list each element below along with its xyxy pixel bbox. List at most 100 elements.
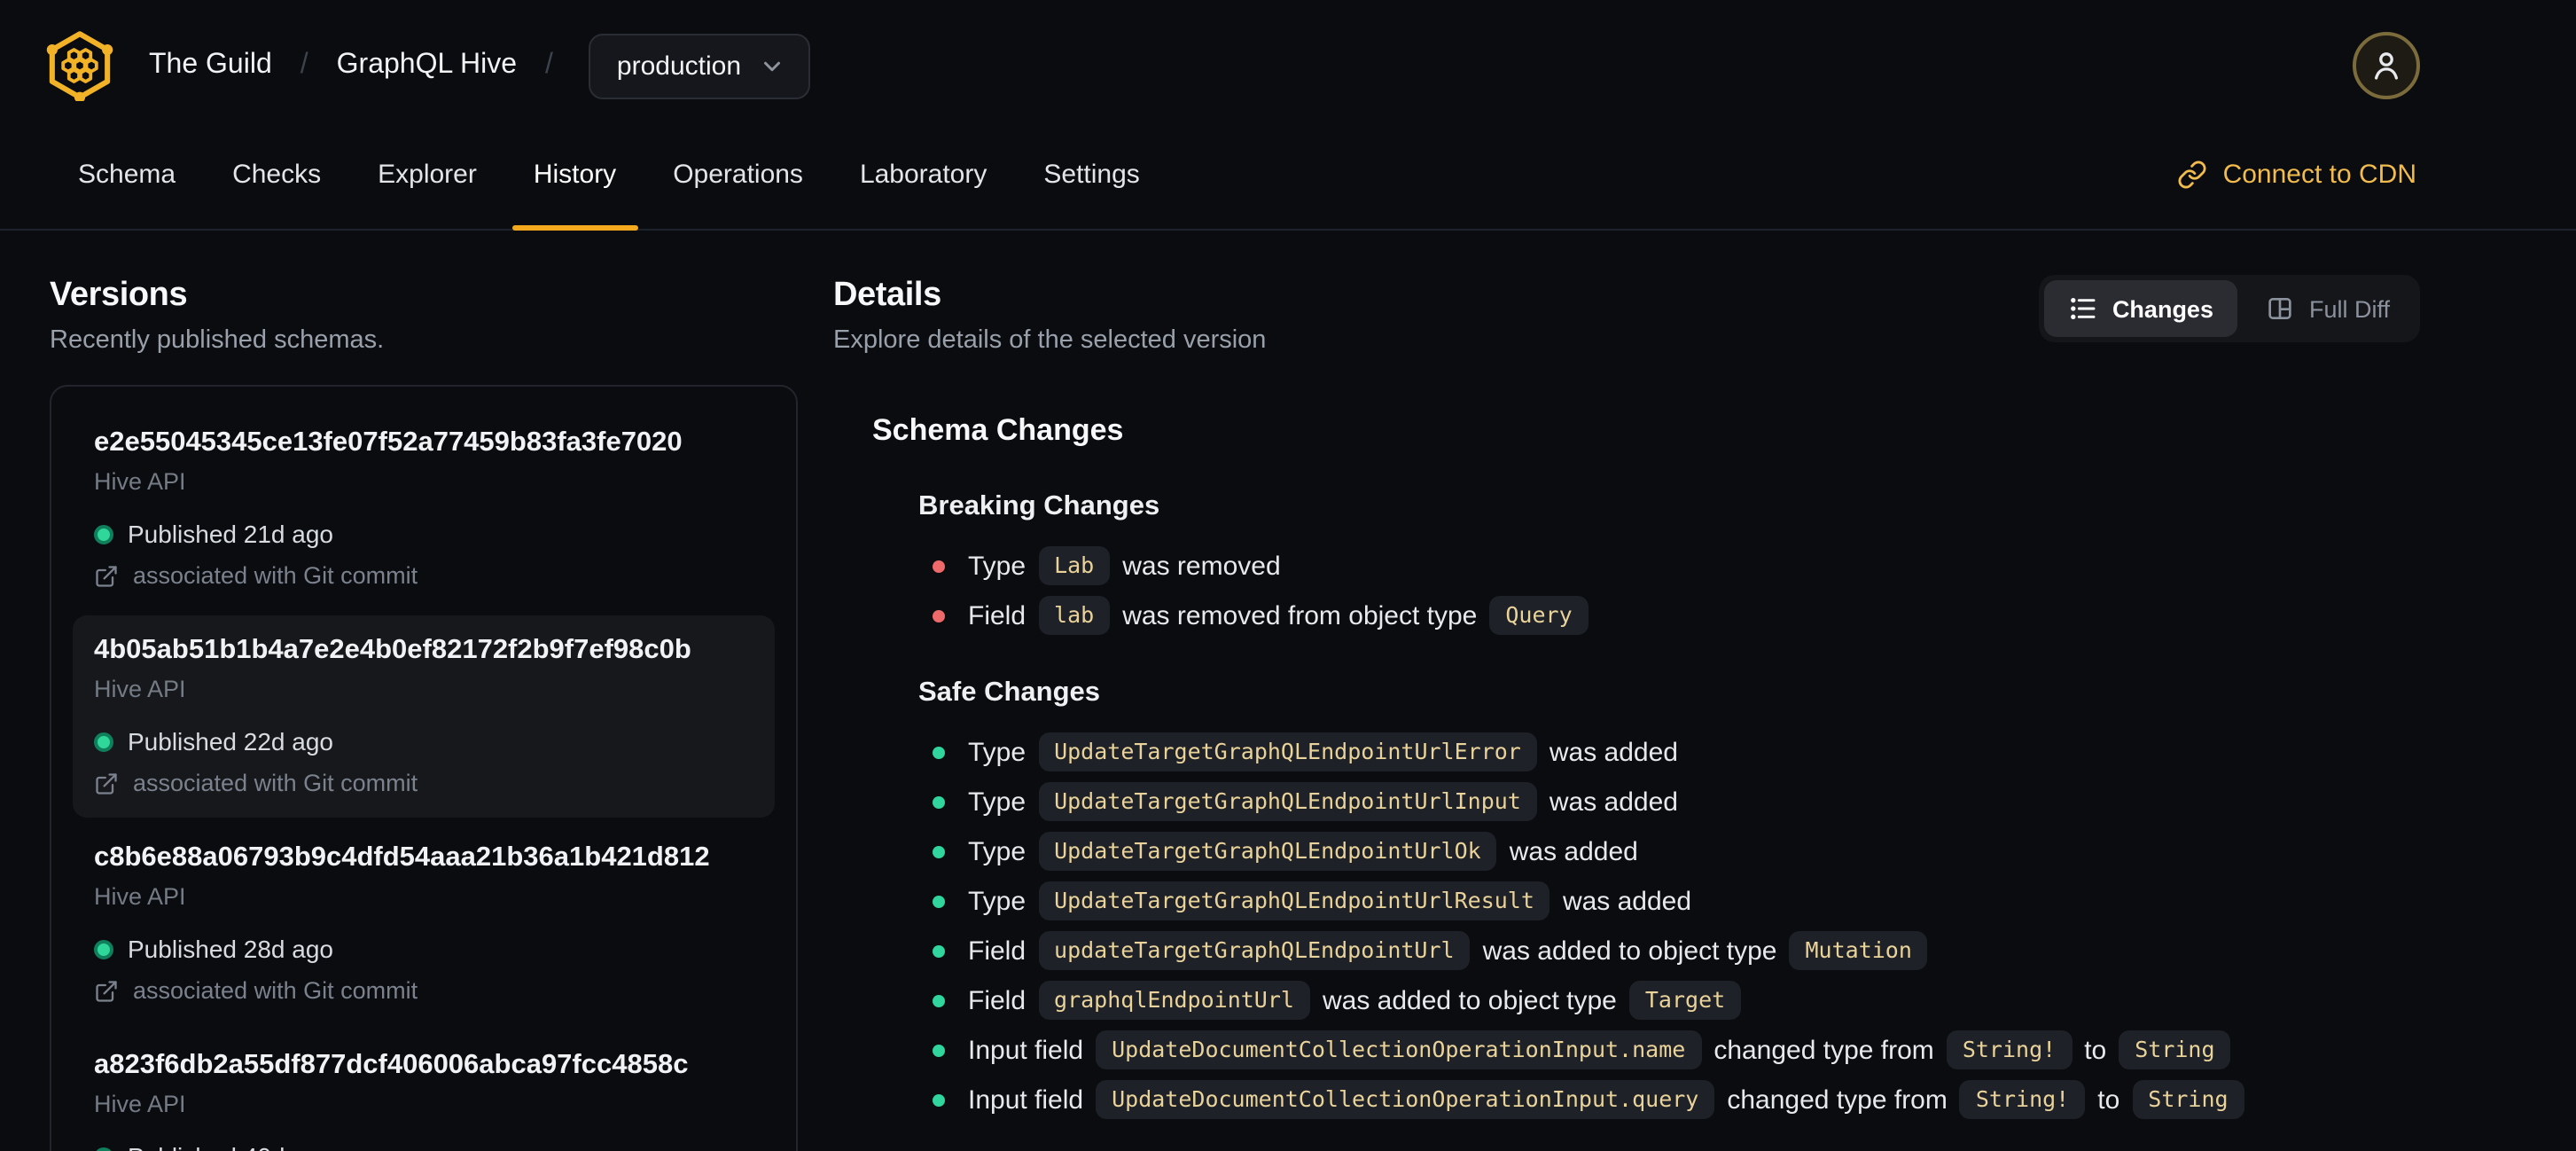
change-text: Type [968, 836, 1026, 866]
tab-schema[interactable]: Schema [50, 121, 204, 229]
breaking-changes-list: Type Lab was removed Field lab was removed fr… [918, 546, 2420, 635]
link-icon [2177, 160, 2207, 190]
changes-view-button[interactable]: Changes [2044, 280, 2238, 337]
safe-changes-title: Safe Changes [918, 677, 1101, 708]
change-item: Input field UpdateDocumentCollectionOpera… [933, 1030, 2420, 1069]
version-item[interactable]: e2e55045345ce13fe07f52a77459b83fa3fe7020… [73, 408, 775, 610]
version-item[interactable]: a823f6db2a55df877dcf406006abca97fcc4858c… [73, 1030, 775, 1151]
code-chip: UpdateDocumentCollectionOperationInput.q… [1096, 1080, 1715, 1119]
change-text: was removed [1122, 551, 1281, 581]
change-item: Type UpdateTargetGraphQLEndpointUrlOk was … [933, 832, 2420, 871]
change-item: Type UpdateTargetGraphQLEndpointUrlResult… [933, 881, 2420, 920]
code-chip: String [2132, 1080, 2244, 1119]
change-text: to [2097, 1084, 2120, 1115]
change-text: Field [968, 936, 1026, 966]
tab-explorer[interactable]: Explorer [349, 121, 505, 229]
code-chip: Mutation [1789, 931, 1928, 970]
change-item: Field graphqlEndpointUrl was added to obje… [933, 981, 2420, 1020]
schema-changes-section: Schema Changes Breaking Changes Type Lab wa… [833, 413, 2420, 1119]
code-chip: UpdateTargetGraphQLEndpointUrlError [1038, 732, 1537, 771]
tab-settings[interactable]: Settings [1015, 121, 1167, 229]
tab-history[interactable]: History [505, 121, 644, 231]
breadcrumb-org[interactable]: The Guild [149, 50, 272, 82]
change-text: changed type from [1713, 1035, 1934, 1065]
changes-view-label: Changes [2112, 295, 2213, 322]
change-group-breaking: Breaking Changes Type Lab was removed Field l… [918, 491, 2420, 635]
version-service: Hive API [94, 468, 186, 495]
code-chip: Target [1628, 981, 1742, 1020]
code-chip: updateTargetGraphQLEndpointUrl [1038, 931, 1471, 970]
published-dot-icon [94, 732, 113, 751]
versions-title: Versions [50, 277, 188, 314]
version-git-label: associated with Git commit [133, 977, 418, 1004]
version-item[interactable]: 4b05ab51b1b4a7e2e4b0ef82172f2b9f7ef98c0b… [73, 615, 775, 818]
tab-checks[interactable]: Checks [204, 121, 349, 229]
nav-tabs: Schema Checks Explorer History Operations Lab… [50, 121, 1168, 231]
version-published-label: Published 21d ago [128, 520, 333, 548]
main-content: Versions Recently published schemas. e2e… [0, 231, 2576, 1151]
tab-operations[interactable]: Operations [644, 121, 831, 229]
full-diff-view-button[interactable]: Full Diff [2242, 280, 2415, 337]
target-selector[interactable]: production [588, 33, 811, 98]
breadcrumb: The Guild / GraphQL Hive / production [149, 33, 811, 98]
change-text: Type [968, 886, 1026, 916]
change-text: Type [968, 737, 1026, 767]
version-service: Hive API [94, 1091, 186, 1117]
version-status: Published 21d ago [94, 518, 753, 550]
details-panel: Details Explore details of the selected … [833, 273, 2420, 1151]
code-chip: UpdateTargetGraphQLEndpointUrlOk [1038, 832, 1497, 871]
details-header: Details Explore details of the selected … [833, 273, 2420, 355]
hive-logo-icon[interactable] [46, 30, 113, 101]
change-text: was added to object type [1322, 985, 1617, 1015]
published-dot-icon [94, 1147, 113, 1151]
list-icon [2070, 294, 2098, 323]
version-service: Hive API [94, 676, 186, 702]
version-hash: e2e55045345ce13fe07f52a77459b83fa3fe7020 [94, 427, 683, 458]
versions-list: e2e55045345ce13fe07f52a77459b83fa3fe7020… [50, 385, 798, 1151]
connect-cdn-label: Connect to CDN [2222, 160, 2416, 190]
external-link-icon [94, 771, 119, 796]
version-item[interactable]: c8b6e88a06793b9c4dfd54aaa21b36a1b421d812… [73, 823, 775, 1025]
versions-panel: Versions Recently published schemas. e2e… [50, 273, 798, 1151]
view-toggle: Changes Full Diff [2039, 275, 2420, 342]
code-chip: String! [1946, 1030, 2073, 1069]
change-item: Field updateTargetGraphQLEndpointUrl was a… [933, 931, 2420, 970]
version-hash: c8b6e88a06793b9c4dfd54aaa21b36a1b421d812 [94, 842, 710, 873]
change-text: to [2084, 1035, 2107, 1065]
change-text: was added [1509, 836, 1638, 866]
split-view-icon [2267, 294, 2295, 323]
external-link-icon [94, 564, 119, 589]
version-git-link[interactable]: associated with Git commit [94, 560, 753, 592]
change-text: changed type from [1727, 1084, 1948, 1115]
published-dot-icon [94, 939, 113, 959]
change-group-safe: Safe Changes Type UpdateTargetGraphQLEndpo… [918, 677, 2420, 1119]
version-service: Hive API [94, 883, 186, 910]
change-text: was added to object type [1482, 936, 1777, 966]
app-window: The Guild / GraphQL Hive / production Sc… [0, 0, 2576, 1151]
versions-subtitle: Recently published schemas. [50, 326, 385, 355]
breadcrumb-separator: / [300, 50, 308, 80]
target-selector-value: production [616, 51, 742, 81]
code-chip: lab [1038, 596, 1111, 635]
change-text: was added [1562, 886, 1692, 916]
version-hash: a823f6db2a55df877dcf406006abca97fcc4858c [94, 1050, 689, 1080]
change-text: was added [1549, 737, 1678, 767]
change-text: Input field [968, 1035, 1084, 1065]
version-git-link[interactable]: associated with Git commit [94, 975, 753, 1007]
external-link-icon [94, 979, 119, 1004]
schema-changes-groups: Breaking Changes Type Lab was removed Field l… [872, 491, 2420, 1119]
published-dot-icon [94, 524, 113, 544]
tab-laboratory[interactable]: Laboratory [831, 121, 1015, 229]
change-item: Input field UpdateDocumentCollectionOpera… [933, 1080, 2420, 1119]
code-chip: String! [1959, 1080, 2086, 1119]
user-avatar[interactable] [2353, 32, 2420, 99]
code-chip: UpdateTargetGraphQLEndpointUrlResult [1038, 881, 1550, 920]
version-status: Published 40d ago [94, 1140, 753, 1151]
code-chip: UpdateDocumentCollectionOperationInput.n… [1096, 1030, 1702, 1069]
breadcrumb-project[interactable]: GraphQL Hive [337, 50, 517, 82]
version-git-label: associated with Git commit [133, 562, 418, 589]
version-published-label: Published 28d ago [128, 935, 333, 963]
version-git-link[interactable]: associated with Git commit [94, 768, 753, 800]
connect-cdn-link[interactable]: Connect to CDN [2177, 121, 2416, 229]
version-published-label: Published 40d ago [128, 1140, 333, 1151]
